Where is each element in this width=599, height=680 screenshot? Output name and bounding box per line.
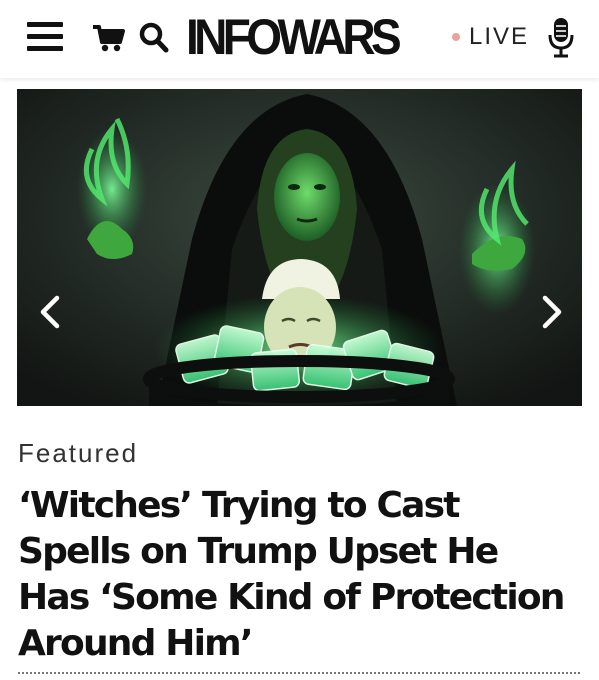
live-button[interactable]: LIVE [452, 22, 529, 52]
hamburger-menu-icon[interactable] [27, 22, 65, 52]
search-icon[interactable] [138, 20, 170, 54]
live-indicator-dot [452, 33, 460, 41]
chevron-right-icon[interactable] [537, 294, 567, 330]
site-header: INFOWARS LIVE [0, 0, 599, 78]
chevron-left-icon[interactable] [35, 294, 65, 330]
featured-image [17, 89, 582, 406]
article-headline[interactable]: ‘Witches’ Trying to Cast Spells on Trump… [18, 483, 578, 667]
divider [18, 672, 580, 674]
featured-carousel[interactable] [17, 89, 582, 406]
live-label: LIVE [469, 23, 530, 50]
infowars-logo[interactable]: INFOWARS [186, 6, 402, 68]
microphone-icon[interactable] [546, 16, 576, 58]
shopping-cart-icon[interactable] [92, 20, 126, 54]
section-kicker: Featured [18, 438, 139, 468]
